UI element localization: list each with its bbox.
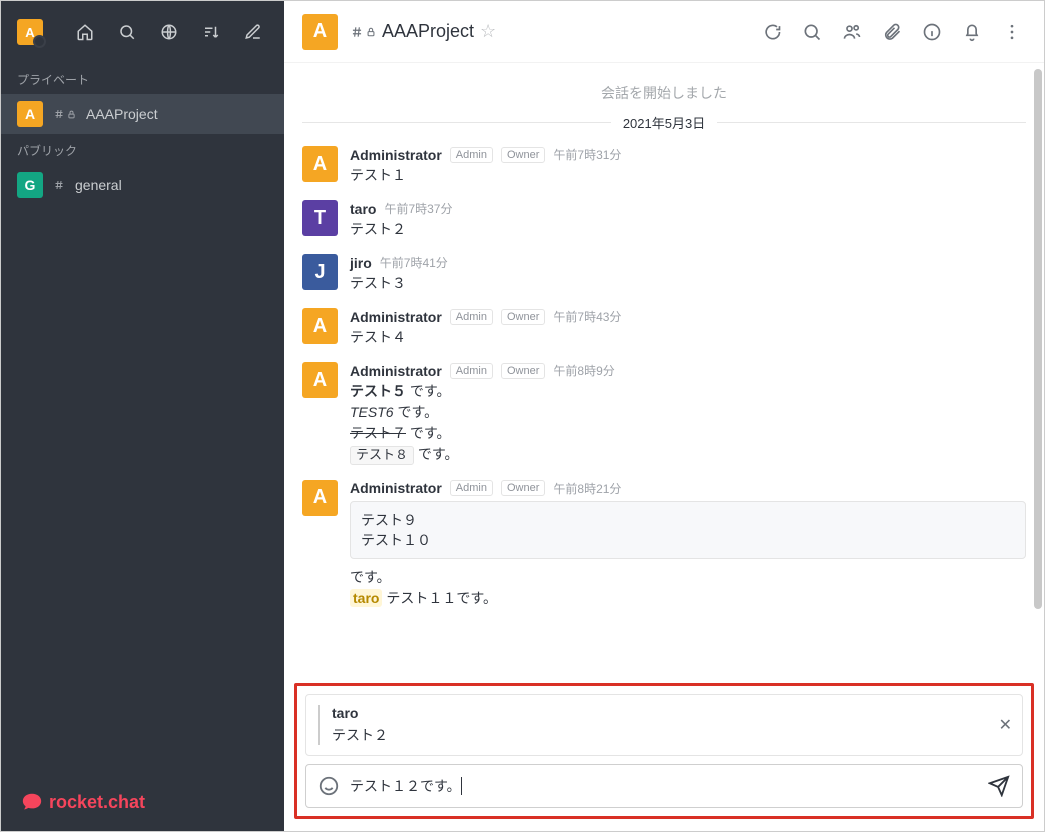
main: A AAAProject ☆ 会話を開始しました 2021年 — [284, 1, 1044, 831]
message-time: 午前7時41分 — [380, 254, 448, 271]
channel-avatar: A — [17, 101, 43, 127]
room-title[interactable]: AAAProject ☆ — [350, 21, 496, 42]
room-header: A AAAProject ☆ — [284, 1, 1044, 63]
message-avatar[interactable]: A — [302, 308, 338, 344]
message-avatar[interactable]: T — [302, 200, 338, 236]
channel-aaaproject[interactable]: A AAAProject — [1, 94, 284, 134]
kebab-icon[interactable] — [998, 18, 1026, 46]
quote-preview: taro テスト２ ✕ — [305, 694, 1023, 756]
sidebar: A プライベート A AAAProject パブリック G ge — [1, 1, 284, 831]
message[interactable]: Jjiro 午前7時41分テスト３ — [302, 254, 1026, 294]
message-username[interactable]: Administrator — [350, 147, 442, 163]
message-text: TEST6 です。 — [350, 402, 1026, 423]
quote-author: taro — [332, 705, 388, 721]
info-icon[interactable] — [918, 18, 946, 46]
date-divider: 2021年5月3日 — [302, 113, 1026, 132]
message-text: テスト１ — [350, 165, 1026, 186]
room-actions — [758, 18, 1026, 46]
message-input-row: テスト１２です。 — [305, 764, 1023, 808]
room-avatar[interactable]: A — [302, 14, 338, 50]
room-name: AAAProject — [382, 21, 474, 42]
thread-icon[interactable] — [758, 18, 786, 46]
message-time: 午前8時21分 — [553, 480, 621, 497]
role-badge: Owner — [501, 147, 545, 163]
message-username[interactable]: Administrator — [350, 363, 442, 379]
search-icon[interactable] — [112, 17, 142, 47]
hash-icon — [53, 179, 65, 191]
message-time: 午前7時37分 — [384, 200, 452, 217]
user-avatar[interactable]: A — [17, 19, 43, 45]
message-avatar[interactable]: A — [302, 146, 338, 182]
app-root: A プライベート A AAAProject パブリック G ge — [0, 0, 1045, 832]
message-username[interactable]: taro — [350, 201, 376, 217]
create-icon[interactable] — [238, 17, 268, 47]
message-text: テスト５ です。 — [350, 381, 1026, 402]
role-badge: Owner — [501, 309, 545, 325]
message-text: taro テスト１１です。 — [350, 588, 1026, 609]
hash-lock-icon — [53, 108, 76, 120]
message-text: テスト７ です。 — [350, 423, 1026, 444]
message[interactable]: A Administrator Admin Owner 午前8時9分テスト５ です。TE… — [302, 362, 1026, 466]
channel-name: AAAProject — [86, 106, 158, 122]
role-badge: Admin — [450, 480, 493, 496]
brand-logo: rocket.chat — [21, 791, 145, 813]
role-badge: Admin — [450, 363, 493, 379]
quote-text: テスト２ — [332, 725, 388, 745]
message[interactable]: A Administrator Admin Owner 午前8時21分テスト９ テスト１… — [302, 480, 1026, 609]
close-icon[interactable]: ✕ — [999, 715, 1012, 735]
sidebar-header: A — [1, 1, 284, 63]
message-text: です。 — [350, 567, 1026, 588]
message[interactable]: Ttaro 午前7時37分テスト２ — [302, 200, 1026, 240]
message-time: 午前7時31分 — [553, 146, 621, 163]
message[interactable]: A Administrator Admin Owner 午前7時31分テスト１ — [302, 146, 1026, 186]
role-badge: Owner — [501, 363, 545, 379]
message-input[interactable]: テスト１２です。 — [350, 776, 978, 796]
section-private: プライベート — [1, 63, 284, 94]
message-text: テスト８ です。 — [350, 444, 1026, 466]
search-icon[interactable] — [798, 18, 826, 46]
send-icon[interactable] — [988, 775, 1010, 797]
members-icon[interactable] — [838, 18, 866, 46]
sidebar-toolbar — [70, 17, 268, 47]
message-text: テスト３ — [350, 273, 1026, 294]
channel-name: general — [75, 177, 122, 193]
channel-avatar: G — [17, 172, 43, 198]
sort-icon[interactable] — [196, 17, 226, 47]
message-text: テスト４ — [350, 327, 1026, 348]
message-avatar[interactable]: J — [302, 254, 338, 290]
composer-highlight: taro テスト２ ✕ テスト１２です。 — [294, 683, 1034, 819]
hash-lock-icon — [350, 25, 376, 39]
star-icon[interactable]: ☆ — [480, 21, 496, 42]
message-username[interactable]: Administrator — [350, 309, 442, 325]
role-badge: Admin — [450, 309, 493, 325]
message-list: 会話を開始しました 2021年5月3日 A Administrator Admin O… — [284, 63, 1044, 675]
channel-general[interactable]: G general — [1, 165, 284, 205]
message-avatar[interactable]: A — [302, 480, 338, 516]
message-time: 午前7時43分 — [553, 308, 621, 325]
message-username[interactable]: Administrator — [350, 480, 442, 496]
scrollbar[interactable] — [1032, 63, 1044, 831]
directory-icon[interactable] — [154, 17, 184, 47]
attach-icon[interactable] — [878, 18, 906, 46]
bell-icon[interactable] — [958, 18, 986, 46]
message-avatar[interactable]: A — [302, 362, 338, 398]
conversation-start: 会話を開始しました — [302, 83, 1026, 103]
message[interactable]: A Administrator Admin Owner 午前7時43分テスト４ — [302, 308, 1026, 348]
message-time: 午前8時9分 — [553, 362, 614, 379]
emoji-icon[interactable] — [318, 775, 340, 797]
code-block: テスト９ テスト１０ — [350, 501, 1026, 559]
section-public: パブリック — [1, 134, 284, 165]
role-badge: Owner — [501, 480, 545, 496]
mention[interactable]: taro — [350, 589, 382, 607]
message-username[interactable]: jiro — [350, 255, 372, 271]
home-icon[interactable] — [70, 17, 100, 47]
message-text: テスト２ — [350, 219, 1026, 240]
role-badge: Admin — [450, 147, 493, 163]
